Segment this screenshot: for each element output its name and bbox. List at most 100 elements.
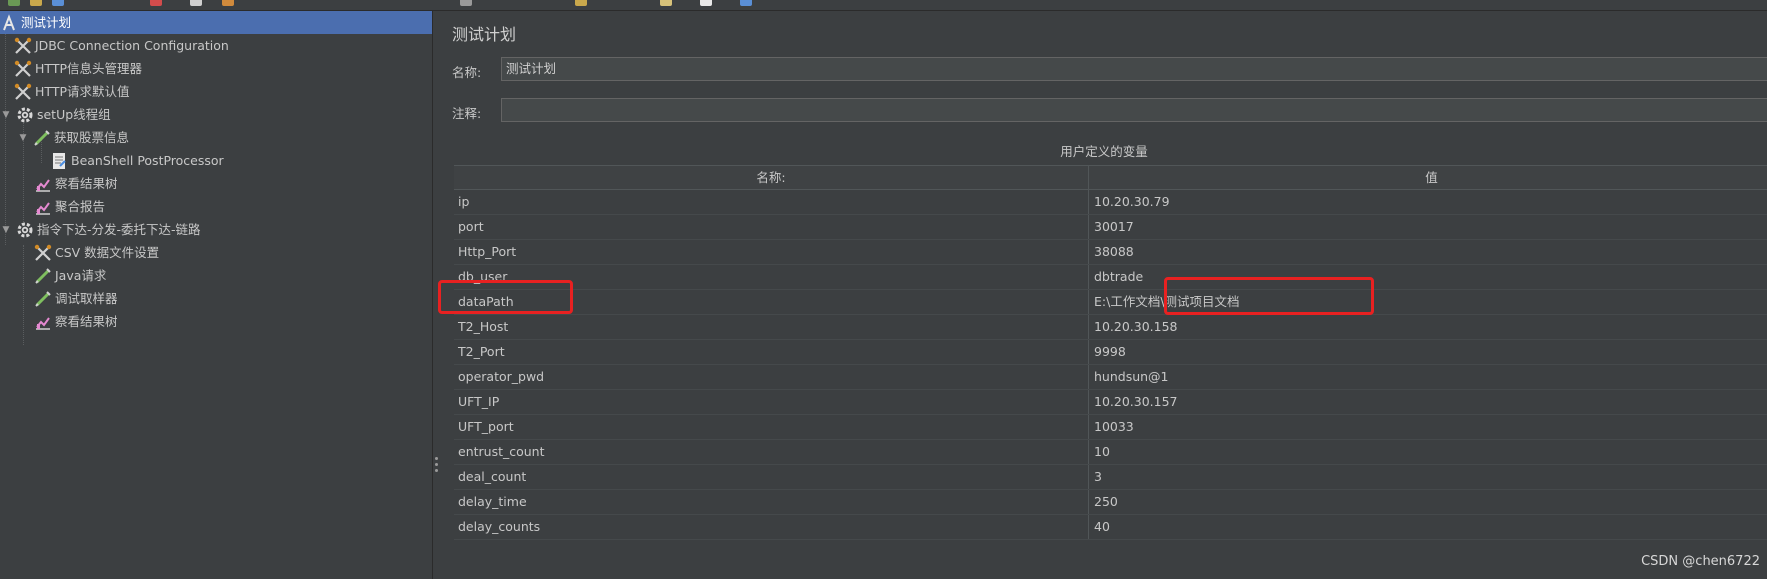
variable-name-cell[interactable]: Http_Port <box>458 240 516 264</box>
variable-name-cell[interactable]: deal_count <box>458 465 526 489</box>
variable-value-cell[interactable]: dbtrade <box>1094 265 1143 289</box>
table-row[interactable]: UFT_port 10033 <box>454 415 1767 440</box>
variable-value-cell[interactable]: 30017 <box>1094 215 1134 239</box>
variable-value-cell[interactable]: hundsun@1 <box>1094 365 1169 389</box>
tree-item-view-results-tree-2[interactable]: 察看结果树 <box>34 310 118 333</box>
variable-name-cell[interactable]: operator_pwd <box>458 365 544 389</box>
tree-item-http-defaults[interactable]: HTTP请求默认值 <box>14 80 130 103</box>
tree-item-label: 指令下达-分发-委托下达-链路 <box>36 222 201 237</box>
chevron-down-icon[interactable]: ▼ <box>0 104 12 127</box>
tree-item-label: 聚合报告 <box>55 199 106 214</box>
tree-item-label: CSV 数据文件设置 <box>55 245 160 260</box>
tree-item-label: 获取股票信息 <box>53 130 129 145</box>
column-divider <box>1088 240 1089 264</box>
tree-item-beanshell-postprocessor[interactable]: BeanShell PostProcessor <box>50 149 224 172</box>
table-row[interactable]: operator_pwd hundsun@1 <box>454 365 1767 390</box>
splitter-grip-icon[interactable] <box>435 469 438 472</box>
name-field[interactable]: 测试计划 <box>501 57 1767 81</box>
variable-value-cell[interactable]: 10.20.30.158 <box>1094 315 1178 339</box>
table-body: ip 10.20.30.79 port 30017 Http_Port 38088 d… <box>454 190 1767 540</box>
column-divider <box>1088 340 1089 364</box>
help-icon[interactable] <box>740 0 752 6</box>
save-icon[interactable] <box>52 0 64 6</box>
column-divider <box>1088 490 1089 514</box>
variable-name-cell[interactable]: T2_Host <box>458 315 508 339</box>
paste-icon[interactable] <box>222 0 234 6</box>
search-icon[interactable] <box>700 0 712 6</box>
variable-name-cell[interactable]: delay_counts <box>458 515 540 539</box>
variable-value-cell[interactable]: 3 <box>1094 465 1102 489</box>
column-header-name[interactable]: 名称: <box>454 166 1088 189</box>
table-row[interactable]: Http_Port 38088 <box>454 240 1767 265</box>
new-icon[interactable] <box>8 0 20 6</box>
column-divider <box>1088 515 1089 539</box>
sampler-icon <box>33 129 51 147</box>
tree-item-java-request[interactable]: Java请求 <box>34 264 106 287</box>
column-divider <box>1088 440 1089 464</box>
table-row[interactable]: T2_Port 9998 <box>454 340 1767 365</box>
variable-value-cell[interactable]: 9998 <box>1094 340 1126 364</box>
listener-icon <box>34 313 52 331</box>
variable-value-cell[interactable]: 38088 <box>1094 240 1134 264</box>
run-icon[interactable] <box>460 0 472 6</box>
table-row[interactable]: db_user dbtrade <box>454 265 1767 290</box>
tree-item-http-header-manager[interactable]: HTTP信息头管理器 <box>14 57 142 80</box>
table-row[interactable]: ip 10.20.30.79 <box>454 190 1767 215</box>
table-row[interactable]: dataPath E:\工作文档\测试项目文档 <box>454 290 1767 315</box>
tree-item-label: BeanShell PostProcessor <box>71 153 224 168</box>
variable-name-cell[interactable]: ip <box>458 190 469 214</box>
name-label: 名称: <box>452 65 482 80</box>
column-divider <box>1088 315 1089 339</box>
column-header-value[interactable]: 值 <box>1089 166 1767 189</box>
tree-item-debug-sampler[interactable]: 调试取样器 <box>34 287 118 310</box>
config-icon <box>14 37 32 55</box>
test-plan-tree[interactable]: 测试计划 JDBC Connection Configuration HTTP信… <box>0 11 432 579</box>
tree-item-view-results-tree[interactable]: 察看结果树 <box>34 172 118 195</box>
table-row[interactable]: T2_Host 10.20.30.158 <box>454 315 1767 340</box>
variable-name-cell[interactable]: delay_time <box>458 490 527 514</box>
variable-value-cell[interactable]: 250 <box>1094 490 1118 514</box>
variable-value-cell[interactable]: 40 <box>1094 515 1110 539</box>
open-icon[interactable] <box>30 0 42 6</box>
table-row[interactable]: delay_counts 40 <box>454 515 1767 540</box>
tree-item-get-stock-info[interactable]: ▼ 获取股票信息 <box>17 126 129 149</box>
variable-value-cell[interactable]: 10.20.30.157 <box>1094 390 1178 414</box>
variable-name-cell[interactable]: UFT_port <box>458 415 514 439</box>
tree-item-setup-thread-group[interactable]: ▼ setUp线程组 <box>0 103 111 126</box>
tree-item-label: 测试计划 <box>21 15 72 30</box>
variable-name-cell[interactable]: port <box>458 215 484 239</box>
table-row[interactable]: deal_count 3 <box>454 465 1767 490</box>
table-row[interactable]: entrust_count 10 <box>454 440 1767 465</box>
variable-name-cell[interactable]: UFT_IP <box>458 390 499 414</box>
clear-icon[interactable] <box>660 0 672 6</box>
comment-field[interactable] <box>501 98 1767 122</box>
cut-icon[interactable] <box>150 0 162 6</box>
tree-item-jdbc-config[interactable]: JDBC Connection Configuration <box>14 34 229 57</box>
copy-icon[interactable] <box>190 0 202 6</box>
tree-item-aggregate-report[interactable]: 聚合报告 <box>34 195 105 218</box>
table-row[interactable]: delay_time 250 <box>454 490 1767 515</box>
splitter-grip-icon[interactable] <box>435 463 438 466</box>
stop-icon[interactable] <box>575 0 587 6</box>
column-divider <box>1088 290 1089 314</box>
tree-guide-line <box>23 245 24 345</box>
variable-name-cell[interactable]: entrust_count <box>458 440 545 464</box>
chevron-down-icon[interactable]: ▼ <box>17 127 29 150</box>
table-row[interactable]: UFT_IP 10.20.30.157 <box>454 390 1767 415</box>
table-row[interactable]: port 30017 <box>454 215 1767 240</box>
variable-value-cell[interactable]: 10.20.30.79 <box>1094 190 1170 214</box>
tree-item-test-plan[interactable]: 测试计划 <box>0 11 432 34</box>
tree-item-csv-data-set[interactable]: CSV 数据文件设置 <box>34 241 159 264</box>
variable-name-cell[interactable]: T2_Port <box>458 340 505 364</box>
watermark: CSDN @chen6722 <box>1641 554 1760 569</box>
tree-guide-line <box>5 23 6 245</box>
variable-value-cell[interactable]: 10 <box>1094 440 1110 464</box>
tree-item-label: Java请求 <box>55 268 107 283</box>
variable-value-cell[interactable]: 10033 <box>1094 415 1134 439</box>
chevron-down-icon[interactable]: ▼ <box>0 219 12 242</box>
splitter-grip-icon[interactable] <box>435 457 438 460</box>
tree-item-command-chain-thread-group[interactable]: ▼ 指令下达-分发-委托下达-链路 <box>0 218 201 241</box>
jmeter-window: 测试计划 JDBC Connection Configuration HTTP信… <box>0 0 1767 579</box>
tree-item-label: 调试取样器 <box>55 291 118 306</box>
tree-item-label: 察看结果树 <box>55 176 118 191</box>
